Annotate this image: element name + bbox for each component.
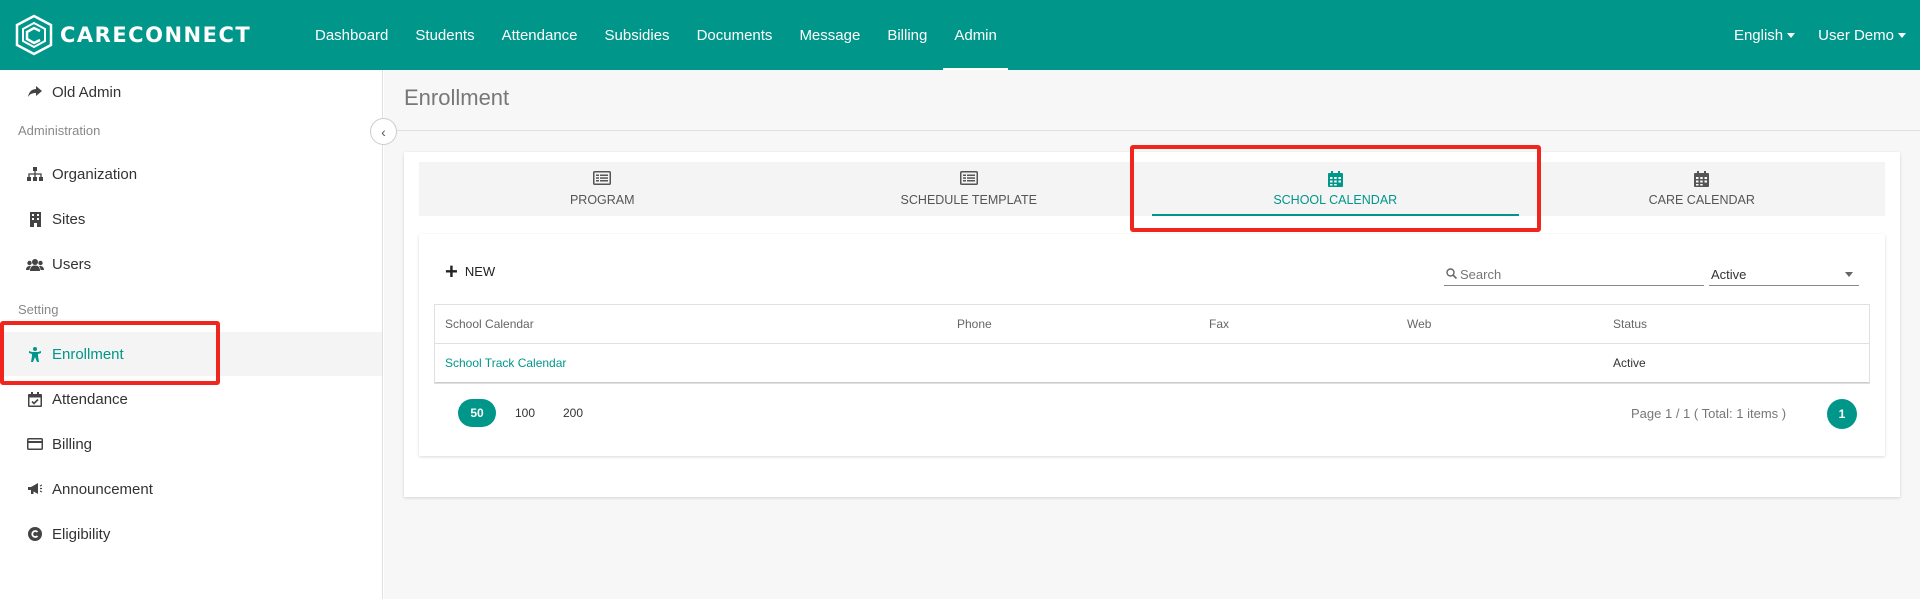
sidebar-item-attendance[interactable]: Attendance [0,377,382,421]
search-box [1444,264,1704,286]
sidebar-item-label: Enrollment [52,345,124,363]
careconnect-logo-icon [15,14,53,56]
chevron-left-icon: ‹ [381,123,386,140]
sidebar-item-label: Billing [52,435,93,453]
sidebar-item-label: Attendance [52,390,128,408]
list-icon [593,171,612,189]
share-arrow-icon [26,83,44,101]
language-label: English [1733,26,1784,44]
search-icon [1446,267,1458,282]
page-title: Enrollment [404,85,510,110]
table-header: School Calendar Phone Fax Web Status [435,305,1869,344]
sidebar-item-organization[interactable]: Organization [0,152,382,196]
status-filter-value: Active [1711,267,1747,282]
caret-down-icon [1898,32,1906,38]
sitemap-icon [26,165,44,183]
tab-label: PROGRAM [569,193,635,207]
page-size-50[interactable]: 50 [458,399,496,427]
top-navbar: CARECONNECT Dashboard Students Attendanc… [0,0,1920,70]
nav-students[interactable]: Students [404,0,485,70]
sidebar-item-enrollment[interactable]: Enrollment [0,332,382,376]
tab-school-calendar[interactable]: SCHOOL CALENDAR [1152,162,1519,216]
sidebar-item-sites[interactable]: Sites [0,197,382,241]
child-icon [26,345,44,363]
tab-program[interactable]: PROGRAM [419,162,786,216]
calendar-icon [1327,171,1343,189]
brand-logo[interactable]: CARECONNECT [14,14,304,56]
sidebar-item-label: Eligibility [52,525,111,543]
tab-schedule-template[interactable]: SCHEDULE TEMPLATE [786,162,1153,216]
page-size-selector: 50 100 200 [458,399,602,427]
caret-down-icon [1787,32,1796,38]
sidebar-item-label: Sites [52,210,86,228]
section-heading-setting: Setting [18,302,59,317]
calendar-check-icon [26,390,44,408]
cell-status: Active [1613,356,1646,370]
sidebar-item-users[interactable]: Users [0,242,382,286]
brand-name: CARECONNECT [60,23,252,47]
header-right: English User Demo [1711,0,1906,70]
page-size-100[interactable]: 100 [506,399,544,427]
sidebar-collapse-button[interactable]: ‹ [370,118,397,145]
sidebar-item-announcement[interactable]: Announcement [0,467,382,511]
search-input[interactable] [1460,267,1690,282]
sidebar: Old Admin Administration Organization Si… [0,70,383,599]
table-row[interactable]: School Track Calendar Active [435,344,1869,383]
tab-label: SCHEDULE TEMPLATE [900,193,1037,207]
sidebar-item-label: Organization [52,165,138,183]
new-button-label: NEW [464,264,496,279]
status-filter-select[interactable]: Active [1709,264,1859,286]
users-icon [26,255,44,273]
section-heading-administration: Administration [18,123,101,138]
nav-attendance[interactable]: Attendance [491,0,589,70]
tab-label: SCHOOL CALENDAR [1273,193,1398,207]
language-dropdown[interactable]: English [1733,26,1796,44]
tab-label: CARE CALENDAR [1648,193,1755,207]
main-nav: Dashboard Students Attendance Subsidies … [304,0,1013,70]
page-size-200[interactable]: 200 [554,399,592,427]
credit-card-icon [26,435,44,453]
enrollment-tabs: PROGRAM SCHEDULE TEMPLATE SCHOOL CALENDA… [419,162,1885,216]
calendar-icon [1694,171,1710,189]
nav-dashboard[interactable]: Dashboard [304,0,399,70]
nav-admin[interactable]: Admin [943,0,1008,70]
user-dropdown[interactable]: User Demo [1818,27,1906,44]
bullhorn-icon [26,480,44,498]
user-name: User Demo [1818,26,1894,44]
enrollment-card: PROGRAM SCHEDULE TEMPLATE SCHOOL CALENDA… [404,152,1900,497]
building-icon [26,210,44,228]
tab-care-calendar[interactable]: CARE CALENDAR [1519,162,1886,216]
divider [384,130,1920,131]
calendar-name-link[interactable]: School Track Calendar [445,356,566,370]
school-calendar-panel: + NEW Active School Calendar Phone Fax W… [419,234,1885,456]
column-header-school-calendar[interactable]: School Calendar [435,317,947,331]
sidebar-item-label: Users [52,255,92,273]
pagination-info: Page 1 / 1 ( Total: 1 items ) [1631,406,1787,421]
column-header-status[interactable]: Status [1603,317,1869,331]
sidebar-item-label: Old Admin [52,83,122,101]
main-content: Enrollment PROGRAM SCHEDULE TEMPLATE SCH… [384,70,1920,599]
list-icon [959,171,978,189]
new-button[interactable]: + NEW [445,258,496,284]
caret-down-icon [1845,272,1853,277]
column-header-fax[interactable]: Fax [1199,317,1397,331]
school-calendar-table: School Calendar Phone Fax Web Status Sch… [434,304,1870,384]
page-number-button[interactable]: 1 [1827,399,1857,429]
column-header-phone[interactable]: Phone [947,317,1199,331]
sidebar-item-label: Announcement [52,480,153,498]
sidebar-item-old-admin[interactable]: Old Admin [0,70,382,114]
plus-icon: + [445,258,458,284]
copyright-circle-icon [26,525,44,543]
column-header-web[interactable]: Web [1397,317,1603,331]
sidebar-item-billing[interactable]: Billing [0,422,382,466]
sidebar-item-eligibility[interactable]: Eligibility [0,512,382,556]
nav-documents[interactable]: Documents [686,0,784,70]
nav-billing[interactable]: Billing [876,0,938,70]
nav-message[interactable]: Message [788,0,871,70]
nav-subsidies[interactable]: Subsidies [594,0,681,70]
